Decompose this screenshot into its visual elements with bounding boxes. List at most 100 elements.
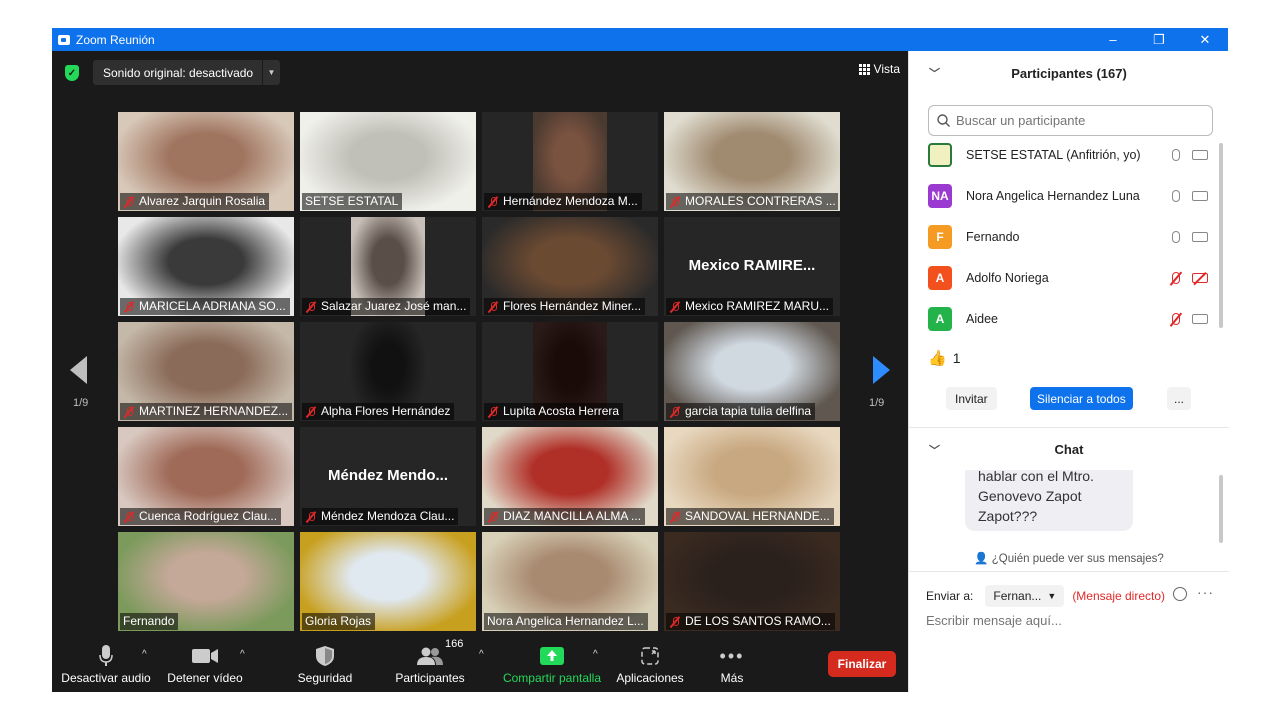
participant-list-item[interactable]: NA Nora Angelica Hernandez Luna: [928, 183, 1208, 209]
muted-microphone-icon: [487, 196, 499, 208]
participant-name: MORALES CONTRERAS ...: [685, 194, 836, 208]
participant-list-name: Aidee: [966, 312, 998, 326]
participant-name: DE LOS SANTOS RAMO...: [685, 614, 831, 628]
video-tile[interactable]: Hernández Mendoza M...: [482, 112, 658, 211]
chat-scrollbar[interactable]: [1219, 475, 1223, 543]
encryption-shield-icon[interactable]: ✓: [65, 65, 79, 81]
participant-name-placeholder: Mexico RAMIRE...: [688, 257, 816, 274]
video-tile[interactable]: DE LOS SANTOS RAMO...: [664, 532, 840, 631]
microphone-icon: [99, 645, 113, 666]
video-camera-icon[interactable]: [1192, 150, 1208, 160]
avatar: [928, 143, 952, 167]
share-screen-button[interactable]: Compartir pantalla: [500, 641, 604, 692]
video-tile[interactable]: MARTINEZ HERNANDEZ...: [118, 322, 294, 421]
video-camera-icon[interactable]: [1192, 191, 1208, 201]
participants-more-button[interactable]: ...: [1167, 387, 1191, 410]
view-button[interactable]: Vista: [858, 62, 900, 76]
apps-label: Aplicaciones: [616, 671, 684, 685]
video-camera-icon[interactable]: [1192, 232, 1208, 242]
video-tile[interactable]: Salazar Juarez José man...: [300, 217, 476, 316]
muted-microphone-icon: [305, 301, 317, 313]
chat-divider: [909, 571, 1229, 572]
original-sound-label: Sonido original: desactivado: [103, 65, 254, 80]
participants-header: ﹀ Participantes (167): [909, 51, 1229, 95]
video-tile[interactable]: Nora Angelica Hernandez L...: [482, 532, 658, 631]
participant-list-name: Nora Angelica Hernandez Luna: [966, 189, 1140, 203]
participant-list-item[interactable]: F Fernando: [928, 224, 1208, 250]
apps-button[interactable]: Aplicaciones: [614, 641, 686, 692]
video-tile[interactable]: Alvarez Jarquin Rosalia: [118, 112, 294, 211]
participant-name-label: MARTINEZ HERNANDEZ...: [120, 403, 292, 420]
minimize-button[interactable]: –: [1090, 28, 1136, 51]
video-tile[interactable]: MORALES CONTRERAS ...: [664, 112, 840, 211]
search-icon: [937, 114, 950, 127]
video-tile[interactable]: Mexico RAMIRE... Mexico RAMIREZ MARU...: [664, 217, 840, 316]
muted-microphone-icon: [669, 406, 681, 418]
mute-audio-button[interactable]: Desactivar audio: [60, 641, 152, 692]
video-tile[interactable]: garcia tapia tulia delfina: [664, 322, 840, 421]
participant-name-placeholder: Méndez Mendo...: [328, 467, 448, 484]
microphone-icon[interactable]: [1172, 231, 1180, 243]
close-button[interactable]: ✕: [1182, 28, 1228, 51]
video-tile[interactable]: MARICELA ADRIANA SO...: [118, 217, 294, 316]
chat-more-icon[interactable]: ···: [1197, 584, 1214, 600]
audio-options-caret-icon[interactable]: ^: [142, 649, 147, 660]
video-camera-icon[interactable]: [1192, 314, 1208, 324]
side-panel: ﹀ Participantes (167) SETSE ESTATAL (Anf…: [908, 51, 1229, 692]
participant-search-input[interactable]: [956, 113, 1206, 128]
microphone-icon[interactable]: [1172, 190, 1180, 202]
next-page-arrow-icon[interactable]: [873, 356, 890, 384]
muted-microphone-icon[interactable]: [1172, 272, 1180, 284]
who-can-see-link[interactable]: 👤 ¿Quién puede ver sus mensajes?: [909, 551, 1229, 565]
participant-name-label: Lupita Acosta Herrera: [484, 403, 624, 420]
original-sound-dropdown[interactable]: Sonido original: desactivado ▼: [93, 60, 280, 85]
previous-page-arrow-icon[interactable]: [70, 356, 87, 384]
participant-list-item[interactable]: A Adolfo Noriega: [928, 265, 1208, 291]
video-tile[interactable]: Gloria Rojas: [300, 532, 476, 631]
video-off-icon[interactable]: [1192, 273, 1208, 283]
participant-name: MARICELA ADRIANA SO...: [139, 299, 286, 313]
stop-video-button[interactable]: Detener vídeo: [164, 641, 246, 692]
microphone-icon[interactable]: [1172, 149, 1180, 161]
participant-search-box[interactable]: [928, 105, 1213, 136]
security-button[interactable]: Seguridad: [288, 641, 362, 692]
collapse-chevron-icon[interactable]: ﹀: [929, 65, 940, 81]
video-tile[interactable]: Lupita Acosta Herrera: [482, 322, 658, 421]
avatar: A: [928, 266, 952, 290]
muted-microphone-icon: [669, 196, 681, 208]
muted-microphone-icon: [669, 511, 681, 523]
participant-name: Salazar Juarez José man...: [321, 299, 467, 313]
video-tile[interactable]: Cuenca Rodríguez Clau...: [118, 427, 294, 526]
emoji-icon[interactable]: [1173, 587, 1187, 601]
more-button[interactable]: ••• Más: [708, 641, 756, 692]
send-to-dropdown[interactable]: Fernan... ▼: [985, 585, 1065, 607]
end-meeting-button[interactable]: Finalizar: [828, 651, 896, 677]
chevron-down-icon: ▼: [1047, 591, 1057, 601]
person-lock-icon: 👤: [974, 553, 989, 565]
collapse-chat-chevron-icon[interactable]: ﹀: [929, 442, 940, 458]
grid-icon: [858, 63, 870, 75]
video-options-caret-icon[interactable]: ^: [240, 649, 245, 660]
video-tile[interactable]: DIAZ MANCILLA ALMA ...: [482, 427, 658, 526]
participants-list: SETSE ESTATAL (Anfitrión, yo) NA Nora Ange…: [909, 139, 1219, 334]
reaction-count: 1: [952, 350, 961, 366]
participants-options-caret-icon[interactable]: ^: [479, 649, 484, 660]
video-tile[interactable]: Alpha Flores Hernández: [300, 322, 476, 421]
participant-list-item[interactable]: A Aidee: [928, 306, 1208, 332]
video-tile[interactable]: SETSE ESTATAL: [300, 112, 476, 211]
chevron-down-icon[interactable]: ▼: [262, 60, 280, 85]
maximize-button[interactable]: ❐: [1136, 28, 1182, 51]
participant-list-item[interactable]: SETSE ESTATAL (Anfitrión, yo): [928, 142, 1208, 168]
video-tile[interactable]: Flores Hernández Miner...: [482, 217, 658, 316]
muted-microphone-icon[interactable]: [1172, 313, 1180, 325]
invite-button[interactable]: Invitar: [946, 387, 997, 410]
mute-all-button[interactable]: Silenciar a todos: [1030, 387, 1133, 410]
share-options-caret-icon[interactable]: ^: [593, 649, 598, 660]
participants-scrollbar[interactable]: [1219, 143, 1223, 328]
video-tile[interactable]: Fernando: [118, 532, 294, 631]
participant-name-label: SANDOVAL HERNANDE...: [666, 508, 834, 525]
video-tile[interactable]: Méndez Mendo... Méndez Mendoza Clau...: [300, 427, 476, 526]
video-tile[interactable]: SANDOVAL HERNANDE...: [664, 427, 840, 526]
participant-name-label: Alvarez Jarquin Rosalia: [120, 193, 270, 210]
chat-message-input[interactable]: [926, 613, 1216, 628]
